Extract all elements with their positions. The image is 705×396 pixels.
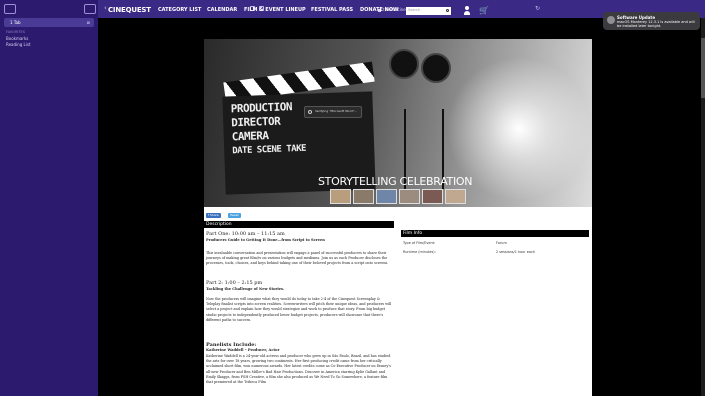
hero-title: STORYTELLING CELEBRATION [318, 175, 473, 188]
thumbnail-1[interactable] [330, 189, 351, 204]
sidebar-item-bookmarks[interactable]: Bookmarks [6, 36, 28, 41]
thumbnail-6[interactable] [445, 189, 466, 204]
tab-group-close-icon[interactable]: ⊠ [87, 18, 90, 27]
tab-overview-icon[interactable] [84, 4, 96, 14]
search-input[interactable]: Search [406, 7, 451, 15]
browser-sidebar: 1 Tab ⊠ FAVORITES Bookmarks Reading List [0, 0, 98, 396]
film-info-heading: Film Info [401, 230, 589, 237]
tab-group-label: 1 Tab [10, 20, 21, 25]
thumbnail-4[interactable] [399, 189, 420, 204]
projector-reel-right [421, 53, 451, 83]
site-logo[interactable]: CINEQUEST [108, 6, 151, 14]
toast-text: Verifying "Microsoft Word"... [315, 109, 358, 113]
part2-subtitle: Tackling the Challenge of New Stories. [206, 287, 285, 291]
event-content: f Share Tweet Description Part One: 10:0… [204, 207, 592, 396]
part1-title: Part One: 10:00 am – 11:15 am [206, 231, 285, 237]
scroll-thumb[interactable] [701, 38, 705, 98]
search-placeholder: Search [408, 8, 421, 12]
part2-body: Now the producers will imagine what they… [206, 297, 392, 322]
projector-reel-left [389, 49, 419, 79]
progress-icon [308, 110, 312, 114]
part2-title: Part 2: 1:00 – 2:15 pm [206, 280, 263, 286]
search-icon[interactable] [446, 9, 449, 12]
slate-camera: CAMERA [231, 129, 269, 144]
reload-button[interactable]: ↻ [535, 5, 540, 12]
nav-donate-now[interactable]: DONATE NOW [360, 7, 399, 13]
hero-banner: PRODUCTION DIRECTOR CAMERA DATE SCENE TA… [204, 39, 592, 207]
verifying-toast: Verifying "Microsoft Word"... [304, 106, 362, 118]
description-heading: Description [204, 221, 394, 228]
film-info-type-label: Type of Film/Event: [403, 241, 436, 245]
slate-date-scene-take: DATE SCENE TAKE [232, 143, 307, 157]
film-info-runtime-value: 2 sessions/1 hour each [496, 250, 535, 254]
thumbnail-2[interactable] [353, 189, 374, 204]
thumbnail-3[interactable] [376, 189, 397, 204]
settings-gear-icon [607, 16, 615, 24]
tweet-button[interactable]: Tweet [228, 213, 241, 218]
nav-film-event-lineup[interactable]: FILM & EVENT LINEUP [244, 7, 306, 13]
film-projector [389, 49, 459, 109]
slate-director: DIRECTOR [231, 114, 281, 130]
slate-production: PRODUCTION [230, 100, 293, 116]
cart-icon[interactable]: 🛒 [479, 6, 489, 15]
sidebar-section-label: FAVORITES [6, 30, 25, 34]
sidebar-toggle-icon[interactable] [4, 4, 16, 14]
film-info-runtime-label: Runtime (minutes): [403, 250, 436, 254]
panelist-body: Katherine Waddell is a 24-year-old actre… [206, 354, 391, 385]
user-icon[interactable] [464, 6, 470, 15]
back-button[interactable]: ‹ [104, 4, 107, 12]
nav-festival-pass[interactable]: FESTIVAL PASS [311, 7, 353, 13]
sidebar-item-reading-list[interactable]: Reading List [6, 42, 31, 47]
software-update-notification[interactable]: Software Update macOS Monterey 12.3.1 is… [603, 12, 700, 30]
film-info-type-value: Forum [496, 241, 507, 245]
part1-subtitle: Producers Guide to Getting It Done...fro… [206, 238, 325, 242]
sidebar-tab-group[interactable]: 1 Tab ⊠ [4, 18, 94, 27]
facebook-share-button[interactable]: f Share [206, 213, 221, 218]
page-scrollbar[interactable] [701, 18, 705, 396]
nav-calendar[interactable]: CALENDAR [207, 7, 237, 13]
part1-body: This invaluable conversation and present… [206, 251, 389, 266]
notification-body: macOS Monterey 12.3.1 is available and w… [617, 20, 695, 28]
sidebar-top-controls [4, 4, 96, 16]
thumbnail-5[interactable] [422, 189, 443, 204]
panelist-name: Katherine Waddell – Producer, Actor [206, 348, 280, 352]
nav-category-list[interactable]: CATEGORY LIST [158, 7, 201, 13]
